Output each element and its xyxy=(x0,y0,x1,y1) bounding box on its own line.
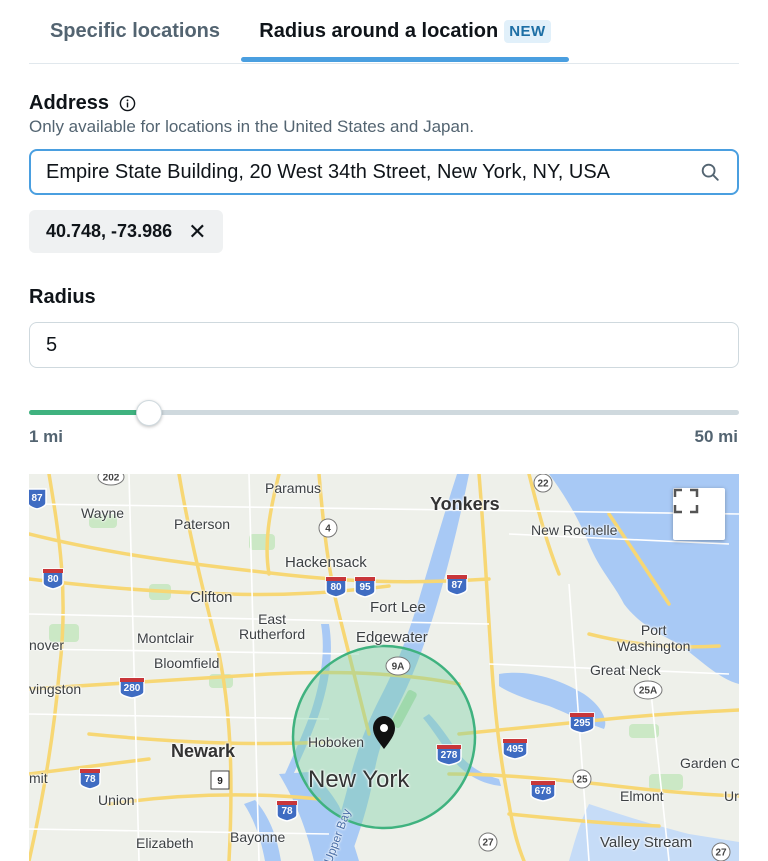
map-label-new-rochelle: New Rochelle xyxy=(531,522,618,538)
shield-495: 495 xyxy=(507,744,524,755)
tab-specific-locations[interactable]: Specific locations xyxy=(29,0,241,63)
shield-295: 295 xyxy=(574,718,591,729)
map-label-paramus: Paramus xyxy=(265,480,322,496)
map-label-bloomfield: Bloomfield xyxy=(154,655,220,671)
shield-278: 278 xyxy=(441,750,458,761)
shield-95: 95 xyxy=(359,582,371,593)
shield-9: 9 xyxy=(217,776,223,787)
location-tabs: Specific locations Radius around a locat… xyxy=(29,0,739,64)
shield-27: 27 xyxy=(482,838,494,849)
map-label-mit: mit xyxy=(29,770,48,786)
shield-27-east: 27 xyxy=(715,848,727,859)
address-label: Address xyxy=(29,92,110,114)
coordinates-chip-label: 40.748, -73.986 xyxy=(46,221,173,241)
map-label-nover: nover xyxy=(29,637,65,653)
address-hint: Only available for locations in the Unit… xyxy=(29,117,475,136)
info-icon[interactable] xyxy=(119,95,136,112)
fullscreen-icon xyxy=(673,488,699,514)
shield-80-west: 80 xyxy=(47,574,59,585)
shield-80: 80 xyxy=(330,582,342,593)
tab-radius-label: Radius around a location xyxy=(259,20,499,42)
slider-max-label: 50 mi xyxy=(694,427,738,446)
coordinates-chip: 40.748, -73.986 ✕ xyxy=(29,210,223,253)
shield-25: 25 xyxy=(576,775,588,786)
close-icon[interactable]: ✕ xyxy=(188,219,206,245)
map-label-livingston: vingston xyxy=(29,681,82,697)
map-label-elizabeth: Elizabeth xyxy=(136,835,194,851)
shield-280: 280 xyxy=(124,683,141,694)
tab-specific-locations-label: Specific locations xyxy=(49,20,221,42)
radius-slider-fill xyxy=(29,410,150,415)
address-label-row: Address xyxy=(29,92,136,115)
shield-9a: 9A xyxy=(392,662,405,673)
shield-678: 678 xyxy=(535,786,552,797)
map-label-bayonne: Bayonne xyxy=(230,829,286,845)
radius-label: Radius xyxy=(29,286,96,309)
shield-202: 202 xyxy=(103,474,120,484)
map-label-newark: Newark xyxy=(171,741,236,761)
fullscreen-button[interactable] xyxy=(673,488,725,540)
map-label-union: Union xyxy=(98,792,135,808)
map-label-fort-lee: Fort Lee xyxy=(370,599,426,616)
map-label-wayne: Wayne xyxy=(81,505,125,521)
map-label-clifton: Clifton xyxy=(190,589,233,606)
new-badge: NEW xyxy=(504,20,551,43)
tab-radius-around-location[interactable]: Radius around a location NEW xyxy=(241,0,569,63)
map-label-east-rutherford: East Rutherford xyxy=(239,611,306,642)
map-label-port-washington: Port Washington xyxy=(617,622,691,654)
radius-input[interactable]: 5 xyxy=(29,322,739,368)
slider-min-label: 1 mi xyxy=(29,427,64,446)
shield-78-west: 78 xyxy=(84,774,96,785)
radius-label-text: Radius xyxy=(29,286,96,308)
map[interactable]: 202 87 22 4 80 80 95 87 9A 280 25A 295 2… xyxy=(29,474,739,861)
map-label-edgewater: Edgewater xyxy=(356,629,428,646)
map-label-great-neck: Great Neck xyxy=(590,662,661,678)
map-label-hoboken: Hoboken xyxy=(308,734,365,750)
shield-87: 87 xyxy=(451,580,463,591)
radius-input-value[interactable]: 5 xyxy=(46,334,57,357)
shield-4: 4 xyxy=(325,524,331,535)
map-label-ur: Ur xyxy=(724,788,739,804)
map-label-new-york: New York xyxy=(308,766,410,793)
map-label-valley-stream: Valley Stream xyxy=(600,834,693,851)
map-label-yonkers: Yonkers xyxy=(430,494,500,514)
map-label-garden-city: Garden C xyxy=(680,755,739,771)
map-label-paterson: Paterson xyxy=(174,516,231,532)
shield-87-west: 87 xyxy=(31,493,43,504)
shield-22: 22 xyxy=(537,479,549,490)
search-icon[interactable] xyxy=(699,161,721,183)
map-label-montclair: Montclair xyxy=(137,630,194,646)
shield-78: 78 xyxy=(281,806,293,817)
active-tab-indicator xyxy=(241,57,569,62)
address-input-value[interactable]: Empire State Building, 20 West 34th Stre… xyxy=(46,161,699,184)
shield-25a: 25A xyxy=(639,686,657,697)
radius-slider-thumb[interactable] xyxy=(136,400,163,426)
address-search-input[interactable]: Empire State Building, 20 West 34th Stre… xyxy=(29,149,739,195)
map-label-elmont: Elmont xyxy=(620,788,664,804)
map-label-hackensack: Hackensack xyxy=(285,554,367,571)
